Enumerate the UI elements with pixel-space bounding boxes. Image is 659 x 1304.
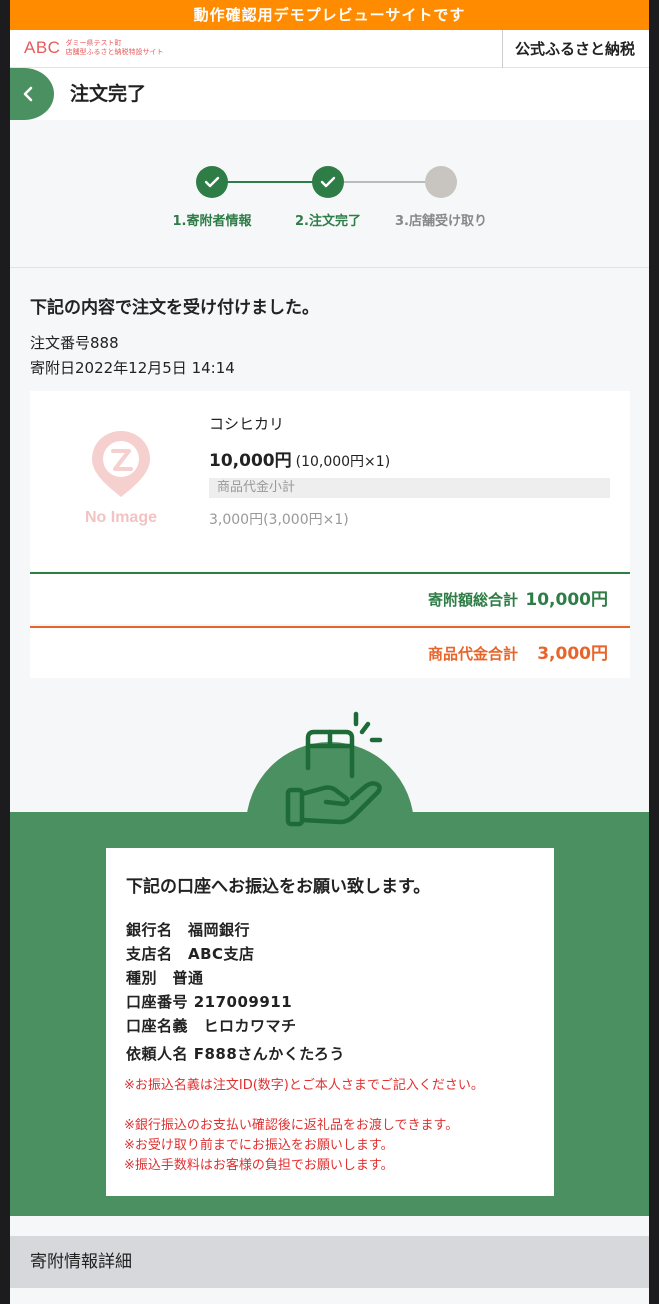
site-title[interactable]: 公式ふるさと納税: [501, 30, 635, 68]
demo-banner: 動作確認用デモプレビューサイトです: [10, 0, 649, 30]
note-transfer-name: ※お振込名義は注文ID(数字)とご本人さまでご記入ください。: [124, 1078, 484, 1093]
goods-subtotal-label: 商品代金小計: [209, 478, 610, 498]
product-name: コシヒカリ: [209, 415, 285, 433]
step-label-1: 1.寄附者情報: [172, 214, 252, 229]
back-button[interactable]: [10, 68, 54, 120]
logo-subtitle: ダミー県テスト町 店舗型ふるさと納税特設サイト: [65, 39, 163, 57]
logo-line2: 店舗型ふるさと納税特設サイト: [65, 48, 164, 56]
donation-date: 寄附日2022年12月5日 14:14: [30, 359, 235, 377]
map-pin-icon: [92, 431, 150, 497]
order-number: 注文番号888: [30, 334, 119, 352]
step-connector-done: [212, 181, 328, 183]
site-header: ABC ダミー県テスト町 店舗型ふるさと納税特設サイト 公式ふるさと納税: [10, 30, 649, 68]
logo-line1: ダミー県テスト町: [65, 39, 122, 47]
no-image-label: No Image: [84, 509, 157, 526]
account-number: 口座番号 217009911: [126, 993, 293, 1011]
note-transfer-fee: ※振込手数料はお客様の負担でお願いします。: [124, 1158, 394, 1173]
account-type: 種別 普通: [126, 969, 204, 987]
goods-total-value: 3,000円: [537, 644, 608, 664]
goods-price: 3,000円(3,000円×1): [209, 512, 349, 528]
goods-total-row: 商品代金合計 3,000円: [30, 626, 630, 678]
bank-name: 銀行名 福岡銀行: [126, 921, 251, 939]
donation-total-row: 寄附額総合計 10,000円: [30, 572, 630, 624]
step-3-pending: [425, 166, 457, 198]
branch-name: 支店名 ABC支店: [126, 945, 255, 963]
product-price-detail: (10,000円×1): [295, 454, 391, 470]
step-label-2: 2.注文完了: [295, 214, 361, 229]
confirmation-message: 下記の内容で注文を受け付けました。: [30, 298, 319, 318]
note-payment-confirmation: ※銀行振込のお支払い確認後に返礼品をお渡しできます。: [124, 1118, 459, 1133]
note-transfer-deadline: ※お受け取り前までにお振込をお願いします。: [124, 1138, 394, 1153]
bank-transfer-card: 下記の口座へお振込をお願い致します。 銀行名 福岡銀行 支店名 ABC支店 種別…: [106, 848, 554, 1196]
requester-name: 依頼人名 F888さんかくたろう: [126, 1045, 345, 1063]
product-image-placeholder: No Image: [76, 427, 166, 537]
logo-abc: ABC: [24, 38, 61, 57]
step-2-done: [312, 166, 344, 198]
hand-holding-package-icon: [285, 711, 383, 827]
check-icon: [320, 176, 336, 188]
step-label-3: 3.店舗受け取り: [395, 214, 487, 229]
site-logo[interactable]: ABC ダミー県テスト町 店舗型ふるさと納税特設サイト: [24, 38, 163, 58]
step-1-done: [196, 166, 228, 198]
page-frame: ABC ダミー県テスト町 店舗型ふるさと納税特設サイト 公式ふるさと納税 注文完…: [10, 30, 649, 1304]
chevron-left-icon: [23, 86, 33, 102]
donation-total-value: 10,000円: [525, 590, 608, 610]
goods-total-label: 商品代金合計: [427, 645, 518, 663]
product-card: No Image コシヒカリ 10,000円 (10,000円×1) 商品代金小計…: [30, 391, 630, 571]
bank-transfer-title: 下記の口座へお振込をお願い致します。: [126, 877, 431, 897]
product-price-value: 10,000円: [209, 451, 292, 471]
account-holder: 口座名義 ヒロカワマチ: [126, 1017, 297, 1035]
page-bar: 注文完了: [10, 68, 649, 120]
donation-total-label: 寄附額総合計: [427, 591, 518, 609]
donation-details-header[interactable]: 寄附情報詳細: [10, 1236, 649, 1288]
product-price: 10,000円 (10,000円×1): [209, 446, 390, 471]
progress-stepper: 1.寄附者情報 2.注文完了 3.店舗受け取り: [10, 120, 649, 268]
check-icon: [204, 176, 220, 188]
page-title: 注文完了: [70, 83, 147, 105]
